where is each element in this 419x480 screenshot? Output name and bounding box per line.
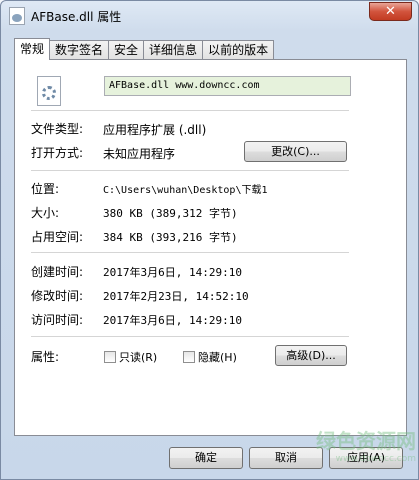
- hidden-label: 隐藏(H): [198, 351, 237, 364]
- readonly-checkbox-box[interactable]: [104, 351, 116, 363]
- size-label: 大小:: [31, 206, 60, 220]
- ok-button[interactable]: 确定: [169, 447, 243, 469]
- opens-with-value: 未知应用程序: [103, 147, 176, 161]
- tab-details[interactable]: 详细信息: [143, 40, 204, 60]
- created-label: 创建时间:: [31, 265, 84, 279]
- advanced-button[interactable]: 高级(D)...: [275, 345, 347, 366]
- watermark: 绿色资源网 www.downcc.com: [286, 425, 416, 464]
- watermark-url: www.downcc.com: [335, 454, 416, 464]
- location-value: C:\Users\wuhan\Desktop\下载1: [103, 185, 268, 196]
- tab-strip: 常规 数字签名 安全 详细信息 以前的版本: [14, 38, 275, 60]
- watermark-text: 绿色资源网: [316, 429, 416, 453]
- size-on-disk-label: 占用空间:: [31, 230, 84, 244]
- attributes-label: 属性:: [31, 350, 60, 364]
- file-type-label: 文件类型:: [31, 122, 84, 136]
- dll-file-icon: [9, 7, 25, 25]
- file-name-input[interactable]: AFBase.dll www.downcc.com: [104, 76, 351, 96]
- modified-label: 修改时间:: [31, 289, 84, 303]
- tab-digital-signatures[interactable]: 数字签名: [49, 40, 110, 60]
- change-button[interactable]: 更改(C)...: [244, 141, 347, 162]
- tab-security[interactable]: 安全: [108, 40, 145, 60]
- close-icon: ✕: [385, 4, 396, 19]
- dll-file-icon: [37, 76, 61, 106]
- separator: [31, 252, 349, 253]
- properties-window: AFBase.dll 属性 ✕ 常规 数字签名 安全 详细信息 以前的版本 AF…: [0, 0, 419, 480]
- location-label: 位置:: [31, 182, 60, 196]
- opens-with-label: 打开方式:: [31, 146, 84, 160]
- general-panel: AFBase.dll www.downcc.com 文件类型: 应用程序扩展 (…: [14, 59, 407, 436]
- separator: [31, 170, 349, 171]
- accessed-label: 访问时间:: [31, 313, 84, 327]
- size-value: 380 KB (389,312 字节): [103, 207, 238, 220]
- accessed-value: 2017年3月6日, 14:29:10: [103, 314, 242, 327]
- hidden-checkbox[interactable]: 隐藏(H): [183, 349, 237, 365]
- close-button[interactable]: ✕: [369, 2, 412, 21]
- file-type-value: 应用程序扩展 (.dll): [103, 123, 207, 137]
- title-bar[interactable]: AFBase.dll 属性 ✕: [1, 1, 418, 31]
- separator: [31, 336, 349, 337]
- modified-value: 2017年2月23日, 14:52:10: [103, 290, 249, 303]
- size-on-disk-value: 384 KB (393,216 字节): [103, 231, 238, 244]
- hidden-checkbox-box[interactable]: [183, 351, 195, 363]
- created-value: 2017年3月6日, 14:29:10: [103, 266, 242, 279]
- tab-general[interactable]: 常规: [14, 38, 51, 60]
- window-title: AFBase.dll 属性: [31, 10, 122, 24]
- readonly-label: 只读(R): [119, 351, 158, 364]
- separator: [31, 110, 349, 111]
- tab-previous-versions[interactable]: 以前的版本: [202, 40, 275, 60]
- readonly-checkbox[interactable]: 只读(R): [104, 349, 157, 365]
